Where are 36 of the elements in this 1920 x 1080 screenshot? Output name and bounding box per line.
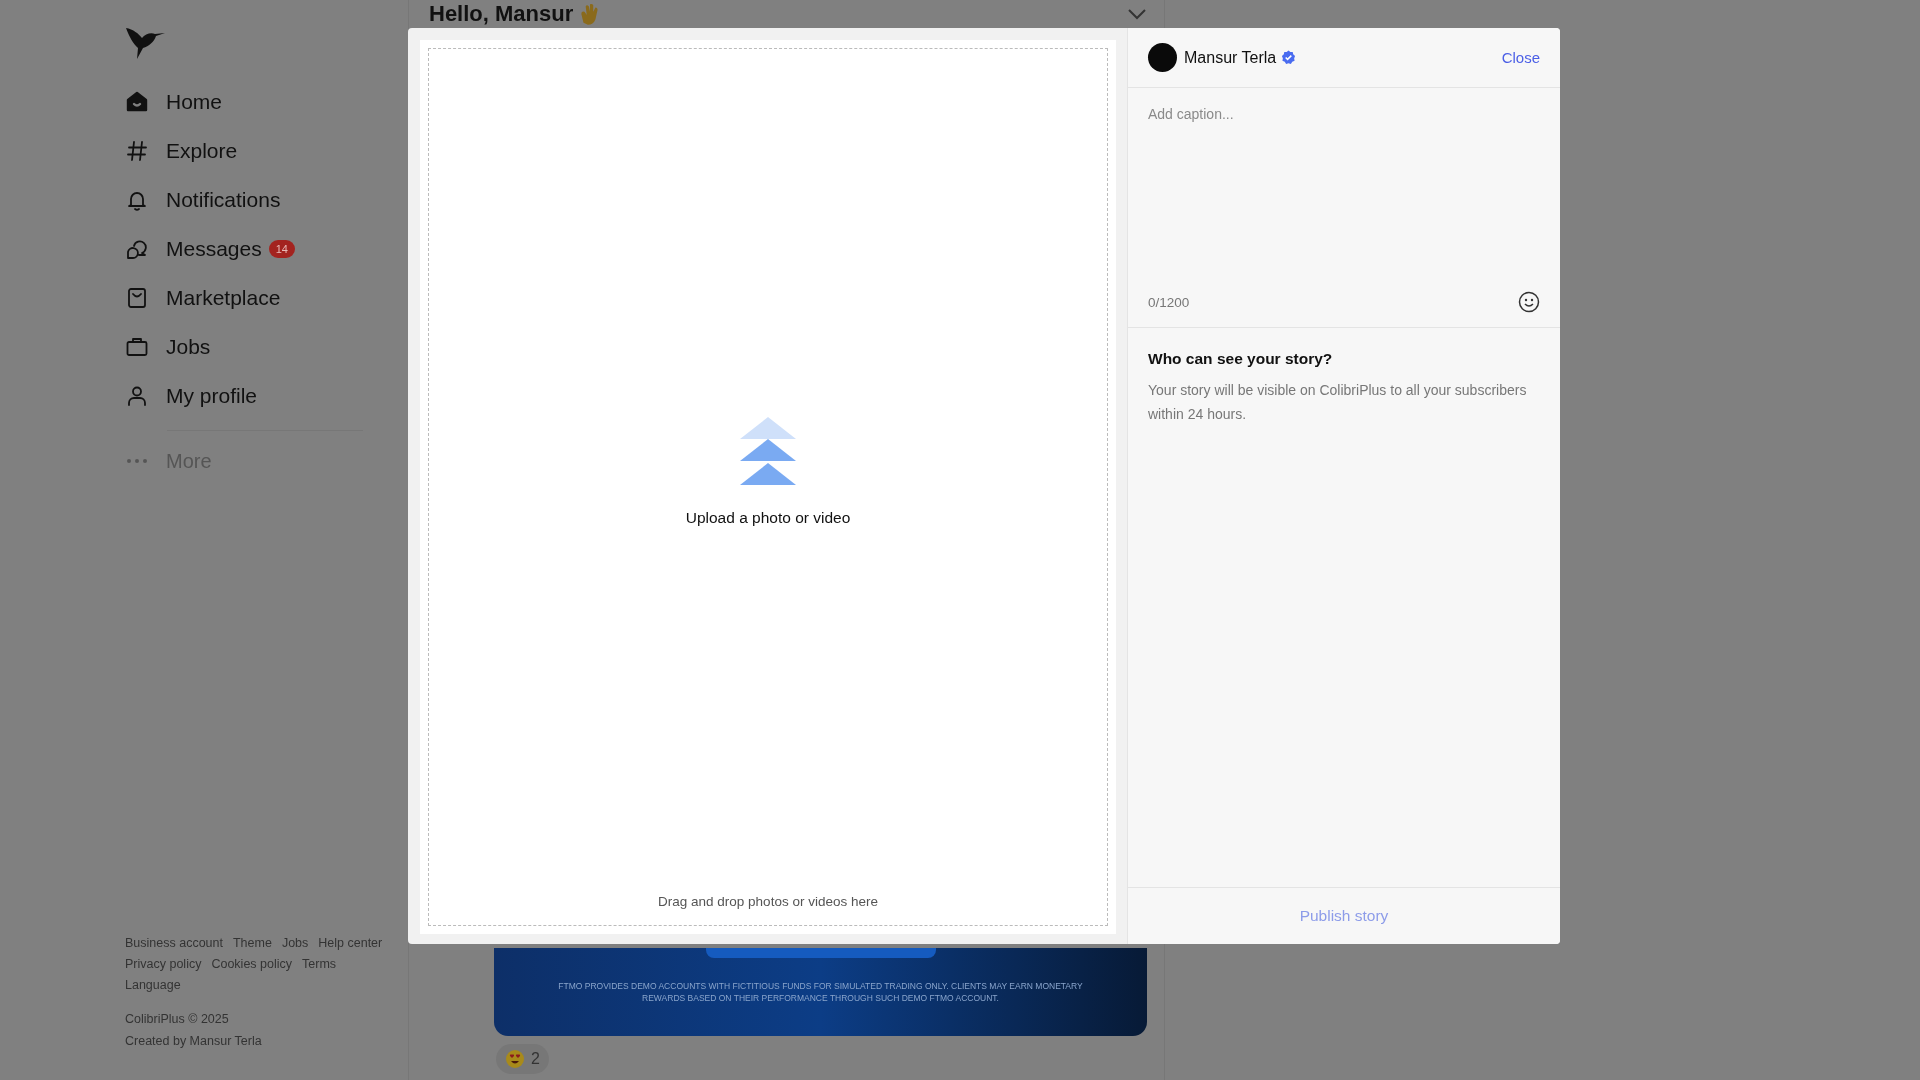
nav-item[interactable]: Jobs bbox=[125, 329, 408, 365]
copyright-text: ColibriPlus © 2025 bbox=[125, 1012, 230, 1026]
reaction-pill[interactable]: 2 bbox=[496, 1044, 549, 1074]
nav-item[interactable]: Explore bbox=[125, 133, 408, 169]
footer-link[interactable]: Jobs bbox=[281, 936, 309, 950]
ad-banner[interactable]: FTMO PROVIDES DEMO ACCOUNTS WITH FICTITIOUS FUNDS FOR SIMULATED TRADING ONLY. CLIENTS MAY EARN MONETARY REWARDS BASED ON THEIR PERFORMANCE THROUGH SUCH DEMO FTMO ACCOUNT. bbox=[494, 948, 1147, 1036]
author-name: Mansur Terla bbox=[1184, 48, 1277, 67]
upload-arrows-icon bbox=[740, 416, 796, 487]
greeting-heading: Hello, Mansur bbox=[429, 1, 574, 27]
nav-item[interactable]: Notifications bbox=[125, 182, 408, 218]
ad-disclaimer-text: FTMO PROVIDES DEMO ACCOUNTS WITH FICTITIOUS FUNDS FOR SIMULATED TRADING ONLY. CLIENTS MAY EARN MONETARY REWARDS BASED ON THEIR PERFORMANCE THROUGH SUCH DEMO FTMO ACCOUNT. bbox=[557, 980, 1084, 1004]
caption-field[interactable]: Add caption... bbox=[1148, 106, 1540, 291]
emoji-icon[interactable] bbox=[1518, 291, 1540, 313]
footer-link[interactable]: Terms bbox=[302, 957, 337, 971]
footer-link[interactable]: Business account bbox=[125, 936, 223, 950]
upload-title: Upload a photo or video bbox=[685, 508, 851, 527]
visibility-heading: Who can see your story? bbox=[1148, 350, 1334, 368]
visibility-description: Your story will be visible on ColibriPlus to all your subscribers within 24 hours. bbox=[1148, 381, 1528, 424]
footer-link[interactable]: Cookies policy bbox=[211, 957, 292, 971]
avatar bbox=[1148, 43, 1177, 72]
heart-eyes-emoji-icon bbox=[505, 1049, 525, 1069]
nav-item[interactable]: Home bbox=[125, 84, 408, 120]
footer-link[interactable]: Language bbox=[125, 978, 181, 992]
chevron-down-icon[interactable] bbox=[1127, 8, 1147, 20]
footer-link[interactable]: Help center bbox=[318, 936, 383, 950]
nav-item[interactable]: Messages 14 bbox=[125, 231, 408, 267]
character-counter: 0/1200 bbox=[1148, 294, 1190, 310]
credit-text: Created by Mansur Terla bbox=[125, 1034, 263, 1048]
nav-item[interactable]: My profile bbox=[125, 378, 408, 414]
drop-hint-text: Drag and drop photos or videos here bbox=[658, 894, 878, 909]
more-dots-icon bbox=[125, 458, 149, 464]
unread-count-badge: 14 bbox=[268, 240, 295, 258]
nav-item[interactable]: Marketplace bbox=[125, 280, 408, 316]
footer-link[interactable]: Theme bbox=[233, 936, 272, 950]
close-button[interactable]: Close bbox=[1501, 45, 1540, 70]
footer-link[interactable]: Privacy policy bbox=[125, 957, 202, 971]
